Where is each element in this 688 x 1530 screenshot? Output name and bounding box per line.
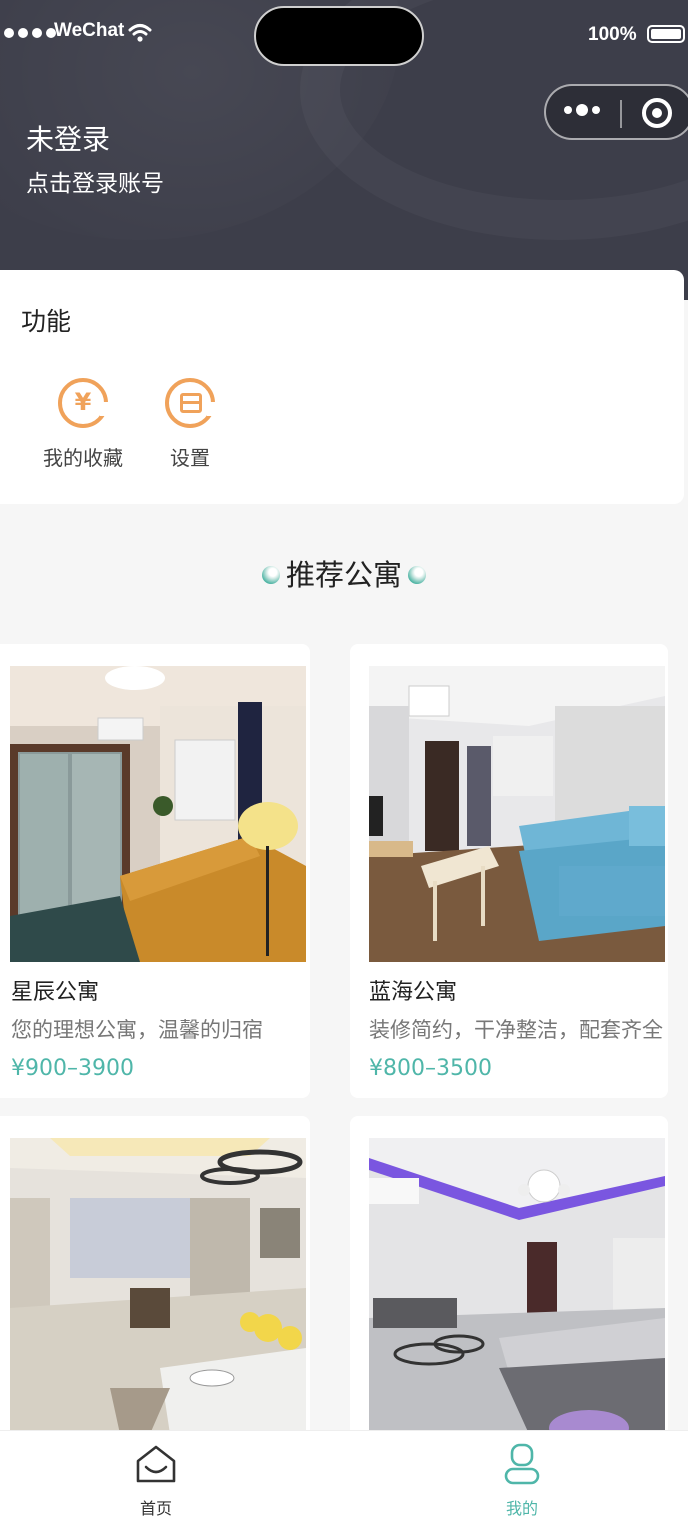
apartment-photo — [10, 666, 306, 962]
apartment-photo — [10, 1138, 306, 1434]
miniprogram-capsule — [544, 84, 688, 140]
yen-refresh-icon: ¥ — [58, 378, 110, 428]
capsule-divider — [620, 100, 622, 128]
function-card: 功能 ¥ 我的收藏 设置 — [0, 270, 684, 504]
apartment-price: ¥800–3500 — [369, 1056, 492, 1081]
favorites-label: 我的收藏 — [43, 446, 123, 470]
favorites-button[interactable]: ¥ 我的收藏 — [28, 378, 138, 471]
settings-button[interactable]: 设置 — [135, 378, 245, 471]
apartment-photo — [369, 666, 665, 962]
tab-mine[interactable]: 我的 — [462, 1443, 582, 1519]
login-prompt[interactable]: 点击登录账号 — [26, 164, 164, 198]
apartment-card[interactable]: 蓝海公寓 装修简约，干净整洁，配套齐全 ¥800–3500 — [350, 644, 668, 1098]
function-title: 功能 — [21, 307, 72, 336]
apartment-name: 星辰公寓 — [11, 980, 100, 1005]
status-bar: WeChat 100% — [0, 0, 688, 70]
apartment-desc: 装修简约，干净整洁，配套齐全 — [369, 1018, 663, 1042]
tab-home[interactable]: 首页 — [96, 1443, 216, 1519]
carrier-label: WeChat — [54, 20, 125, 41]
wifi-icon — [128, 24, 152, 42]
recommend-title-text: 推荐公寓 — [285, 558, 402, 592]
recommend-title: 推荐公寓 — [0, 552, 688, 594]
battery-percent: 100% — [588, 24, 637, 45]
battery-icon — [647, 25, 685, 43]
apartment-card[interactable] — [0, 1116, 310, 1456]
apartment-price: ¥900–3900 — [11, 1056, 134, 1081]
settings-box-icon — [165, 378, 217, 428]
signal-icon — [4, 28, 56, 38]
close-miniprogram-icon[interactable] — [642, 98, 672, 128]
camera-notch — [254, 6, 424, 66]
apartment-card[interactable]: 星辰公寓 您的理想公寓，温馨的归宿 ¥900–3900 — [0, 644, 310, 1098]
tab-mine-label: 我的 — [505, 1499, 538, 1518]
user-icon — [504, 1443, 540, 1485]
apartment-card[interactable] — [350, 1116, 668, 1456]
more-icon[interactable] — [564, 104, 600, 116]
bullet-dot-icon — [408, 566, 426, 584]
tab-home-label: 首页 — [139, 1499, 172, 1518]
apartment-photo — [369, 1138, 665, 1434]
apartment-name: 蓝海公寓 — [369, 980, 458, 1005]
bullet-dot-icon — [261, 566, 280, 584]
apartment-desc: 您的理想公寓，温馨的归宿 — [11, 1018, 263, 1042]
login-status[interactable]: 未登录 — [26, 118, 110, 158]
bottom-tab-bar: 首页 我的 — [0, 1430, 688, 1530]
home-icon — [136, 1445, 176, 1483]
profile-header: WeChat 100% 未登录 点击登录账号 — [0, 0, 688, 300]
settings-label: 设置 — [170, 446, 210, 470]
